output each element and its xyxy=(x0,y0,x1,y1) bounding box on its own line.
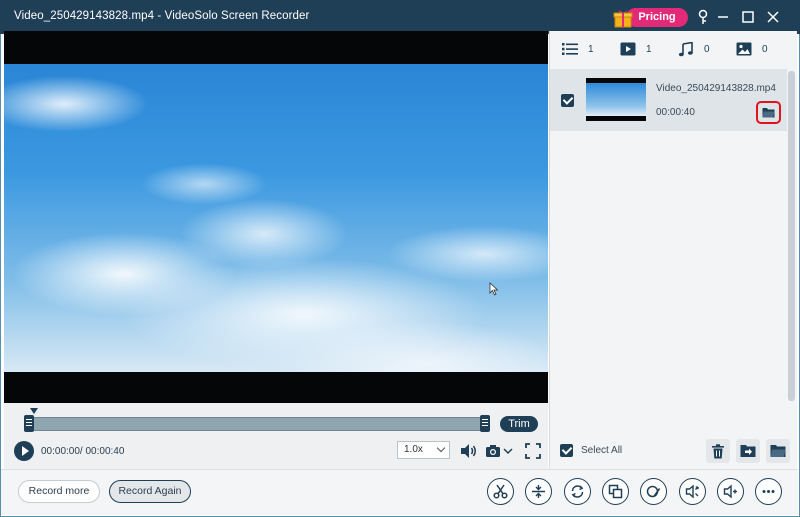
chevron-down-icon[interactable] xyxy=(502,441,514,461)
open-folder-button[interactable] xyxy=(756,101,781,124)
minimize-button[interactable] xyxy=(712,6,734,28)
music-icon xyxy=(678,41,693,56)
delete-button[interactable] xyxy=(706,439,730,463)
video-frame-sky xyxy=(4,64,548,372)
tab-video[interactable]: 1 xyxy=(620,40,652,58)
item-duration: 00:00:40 xyxy=(656,107,695,118)
tab-all-count: 1 xyxy=(588,43,594,55)
playhead-marker[interactable] xyxy=(30,408,38,414)
import-button[interactable] xyxy=(736,439,760,463)
volume-icon[interactable] xyxy=(458,441,478,461)
pricing-button[interactable]: Pricing xyxy=(612,8,690,28)
edit-metadata-icon[interactable] xyxy=(640,478,667,505)
video-preview[interactable] xyxy=(4,31,548,403)
select-all[interactable]: Select All xyxy=(560,444,622,457)
tab-image[interactable]: 0 xyxy=(736,40,768,58)
compress-icon[interactable] xyxy=(602,478,629,505)
more-icon[interactable] xyxy=(755,478,782,505)
fullscreen-icon[interactable] xyxy=(523,441,543,461)
title-bar: Video_250429143828.mp4 - VideoSolo Scree… xyxy=(0,0,800,34)
window-title: Video_250429143828.mp4 - VideoSolo Scree… xyxy=(14,10,310,22)
maximize-button[interactable] xyxy=(737,6,759,28)
select-all-checkbox[interactable] xyxy=(560,444,573,457)
volume-adjust-icon[interactable] xyxy=(679,478,706,505)
tab-audio-count: 0 xyxy=(704,43,710,55)
list-item[interactable]: Video_250429143828.mp4 00:00:40 xyxy=(550,69,787,131)
item-filename: Video_250429143828.mp4 xyxy=(656,83,776,94)
folder-icon xyxy=(770,445,786,457)
trash-icon xyxy=(712,443,724,458)
trim-start-handle[interactable] xyxy=(24,415,34,432)
media-type-tabs: 1 1 0 0 xyxy=(550,31,798,66)
key-icon[interactable] xyxy=(692,6,714,28)
item-checkbox[interactable] xyxy=(561,94,574,107)
playback-controls: Trim 00:00:00/ 00:00:40 1.0x xyxy=(4,403,548,469)
speed-value: 1.0x xyxy=(404,444,423,455)
bottom-toolbar: Record more Record Again xyxy=(1,469,798,515)
tab-audio[interactable]: 0 xyxy=(678,40,710,58)
record-more-button[interactable]: Record more xyxy=(18,480,100,503)
gift-icon xyxy=(613,10,633,28)
video-icon xyxy=(620,42,636,56)
audio-enhance-icon[interactable] xyxy=(717,478,744,505)
play-button[interactable] xyxy=(14,441,34,461)
speed-select[interactable]: 1.0x xyxy=(397,441,450,459)
cut-icon[interactable] xyxy=(487,478,514,505)
open-output-folder-button[interactable] xyxy=(766,439,790,463)
time-display: 00:00:00/ 00:00:40 xyxy=(41,446,125,457)
recording-list-panel: 1 1 0 0 Video_250429143828.mp4 00:00:40 … xyxy=(549,31,797,469)
timeline-track[interactable] xyxy=(28,417,486,431)
tab-video-count: 1 xyxy=(646,43,652,55)
folder-import-icon xyxy=(740,445,756,457)
tab-all[interactable]: 1 xyxy=(562,40,594,58)
merge-icon[interactable] xyxy=(525,478,552,505)
mouse-cursor-icon xyxy=(489,282,499,296)
convert-icon[interactable] xyxy=(564,478,591,505)
item-thumbnail[interactable] xyxy=(586,78,646,121)
list-scrollbar[interactable] xyxy=(788,71,795,401)
trim-end-handle[interactable] xyxy=(480,415,490,432)
close-button[interactable] xyxy=(762,6,784,28)
pricing-label: Pricing xyxy=(626,8,688,27)
tab-image-count: 0 xyxy=(762,43,768,55)
image-icon xyxy=(736,42,752,56)
chevron-down-icon xyxy=(436,443,446,453)
select-all-label: Select All xyxy=(581,445,623,456)
folder-icon xyxy=(762,108,775,118)
trim-button[interactable]: Trim xyxy=(500,416,538,432)
list-icon xyxy=(562,43,578,55)
record-again-button[interactable]: Record Again xyxy=(109,480,191,503)
